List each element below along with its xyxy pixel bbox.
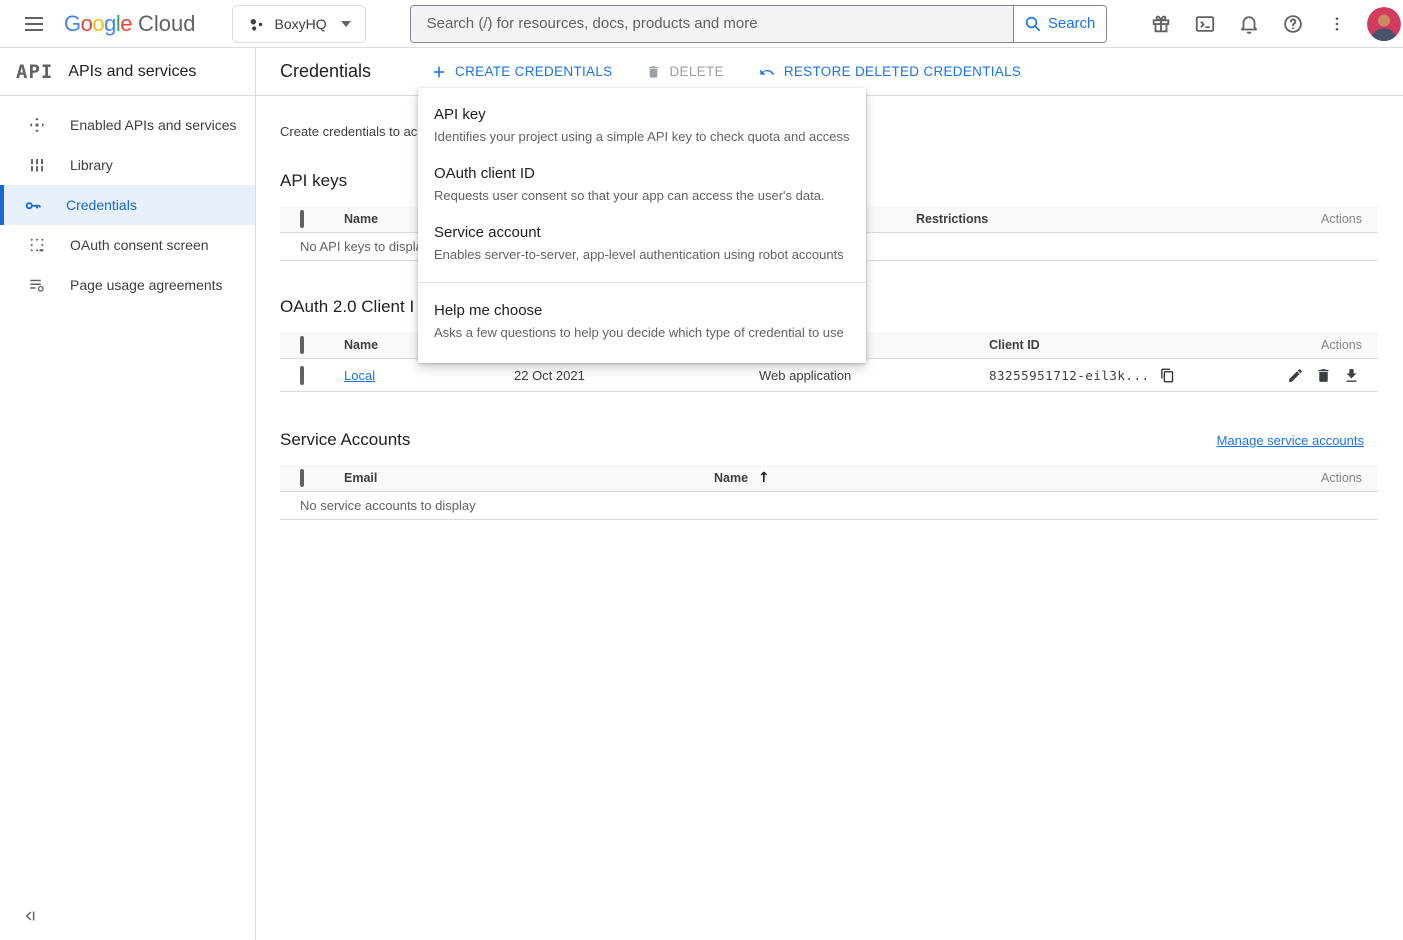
create-credentials-button[interactable]: CREATE CREDENTIALS (423, 58, 620, 86)
service-accounts-table: Email Name↑ Actions No service accounts … (280, 465, 1378, 520)
sort-ascending-icon[interactable]: ↑ (758, 470, 770, 486)
sidebar-item-label: Library (70, 157, 113, 173)
service-accounts-table-header: Email Name↑ Actions (280, 465, 1378, 492)
avatar[interactable] (1367, 7, 1401, 41)
menu-item-help-me-choose[interactable]: Help me choose Asks a few questions to h… (418, 292, 866, 351)
menu-item-oauth-client-id[interactable]: OAuth client ID Requests user consent so… (418, 155, 866, 214)
sidebar-item-enabled-apis[interactable]: Enabled APIs and services (0, 105, 255, 145)
topbar-actions (1149, 12, 1349, 36)
download-icon[interactable] (1343, 367, 1360, 384)
row-checkbox[interactable] (300, 366, 304, 385)
chevron-down-icon (341, 21, 351, 27)
trash-icon (646, 64, 661, 80)
creation-date-cell: 22 Oct 2021 (500, 368, 745, 383)
service-accounts-empty-text: No service accounts to display (280, 498, 476, 513)
api-keys-empty-text: No API keys to displa (280, 239, 423, 254)
row-actions (1240, 367, 1378, 384)
more-vert-icon[interactable] (1325, 12, 1349, 36)
page-title: Credentials (280, 61, 371, 82)
column-header-email: Email (330, 471, 700, 485)
undo-icon (758, 64, 776, 80)
gift-icon[interactable] (1149, 12, 1173, 36)
sidebar-nav: Enabled APIs and services Library Creden… (0, 96, 255, 305)
search-input[interactable] (411, 6, 1013, 42)
edit-icon[interactable] (1287, 367, 1304, 384)
menu-item-api-key[interactable]: API key Identifies your project using a … (418, 96, 866, 155)
sidebar-item-label: Page usage agreements (70, 277, 223, 293)
api-logo: API (16, 61, 53, 83)
collapse-sidebar-icon[interactable] (22, 907, 40, 925)
sidebar: API APIs and services Enabled APIs and s… (0, 48, 256, 940)
sidebar-item-label: OAuth consent screen (70, 237, 209, 253)
copy-icon[interactable] (1160, 368, 1175, 383)
menu-icon[interactable] (12, 2, 56, 46)
notifications-icon[interactable] (1237, 12, 1261, 36)
select-all-checkbox[interactable] (300, 336, 304, 354)
search-icon (1024, 15, 1042, 33)
delete-icon[interactable] (1315, 367, 1332, 384)
page-usage-icon (28, 276, 46, 294)
sidebar-item-label: Enabled APIs and services (70, 117, 237, 133)
sidebar-header: API APIs and services (0, 48, 255, 96)
oauth-consent-icon (28, 236, 46, 254)
google-cloud-logo: Google Cloud (64, 11, 196, 37)
column-header-client-id: Client ID (975, 338, 1240, 352)
search-button[interactable]: Search (1013, 6, 1106, 42)
manage-service-accounts-link[interactable]: Manage service accounts (1217, 433, 1364, 448)
enabled-apis-icon (28, 116, 46, 134)
cloud-shell-icon[interactable] (1193, 12, 1217, 36)
service-accounts-heading: Service Accounts (280, 430, 410, 450)
key-icon (24, 196, 42, 214)
delete-button[interactable]: DELETE (638, 58, 731, 86)
sidebar-item-label: Credentials (66, 197, 137, 213)
column-header-restrictions: Restrictions (902, 212, 1240, 226)
sidebar-item-oauth-consent[interactable]: OAuth consent screen (0, 225, 255, 265)
plus-icon (431, 64, 447, 80)
type-cell: Web application (745, 368, 975, 383)
restore-deleted-credentials-button[interactable]: RESTORE DELETED CREDENTIALS (750, 58, 1029, 86)
sidebar-item-credentials[interactable]: Credentials (0, 185, 255, 225)
client-id-value: 83255951712-eil3k... (989, 368, 1150, 383)
project-selector[interactable]: BoxyHQ (232, 5, 366, 43)
client-id-cell: 83255951712-eil3k... (975, 368, 1240, 383)
service-accounts-header-row: Service Accounts Manage service accounts (280, 430, 1378, 450)
help-icon[interactable] (1281, 12, 1305, 36)
service-accounts-empty-row: No service accounts to display (280, 492, 1378, 520)
select-all-checkbox[interactable] (300, 469, 304, 487)
top-app-bar: Google Cloud BoxyHQ Search (0, 0, 1403, 48)
sidebar-item-page-usage[interactable]: Page usage agreements (0, 265, 255, 305)
sidebar-item-library[interactable]: Library (0, 145, 255, 185)
menu-divider (418, 282, 866, 283)
sidebar-title: APIs and services (68, 63, 196, 81)
project-icon (247, 15, 265, 33)
client-name-link[interactable]: Local (344, 368, 375, 383)
select-all-checkbox[interactable] (300, 210, 304, 228)
column-header-actions: Actions (1240, 212, 1378, 226)
create-credentials-menu: API key Identifies your project using a … (418, 88, 866, 363)
column-header-actions: Actions (1240, 471, 1378, 485)
table-row: Local 22 Oct 2021 Web application 832559… (280, 359, 1378, 392)
library-icon (28, 156, 46, 174)
project-name: BoxyHQ (275, 16, 327, 32)
global-search: Search (410, 5, 1107, 43)
column-header-actions: Actions (1240, 338, 1378, 352)
menu-item-service-account[interactable]: Service account Enables server-to-server… (418, 214, 866, 273)
column-header-name[interactable]: Name↑ (700, 470, 1240, 486)
